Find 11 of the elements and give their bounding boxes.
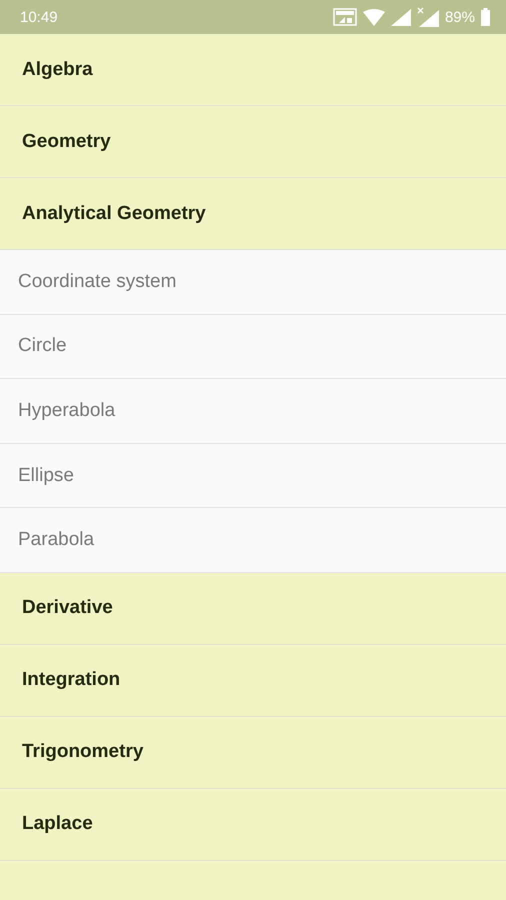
clock: 10:49 [20,8,59,26]
topic-row[interactable]: Circle [0,314,506,380]
signal-icon [416,7,439,27]
topic-row[interactable]: Ellipse [0,444,506,508]
battery-icon [481,8,490,26]
wifi-icon [362,8,385,26]
battery-percent: 89% [444,8,475,26]
signal-icon [390,8,411,26]
topic-row[interactable]: Hyperabola [0,379,506,444]
topic-row[interactable]: Parabola [0,508,506,573]
topic-row[interactable]: Coordinate system [0,250,506,315]
